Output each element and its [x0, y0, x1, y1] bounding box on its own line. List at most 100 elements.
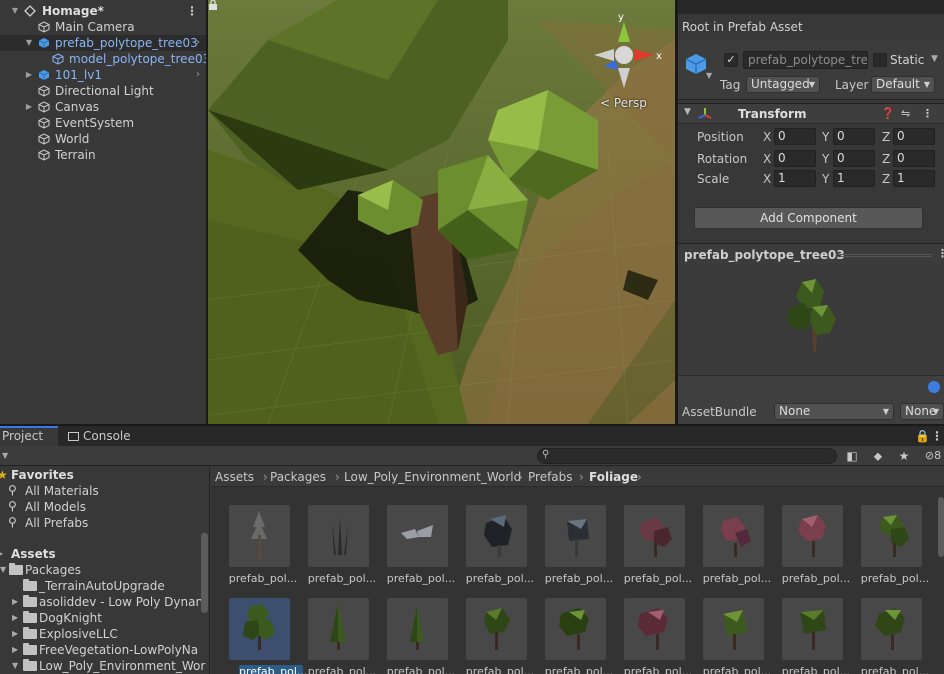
- asset-item[interactable]: prefab_pol...: [776, 505, 850, 585]
- search-input[interactable]: ⚲: [537, 448, 837, 464]
- axis-z-label[interactable]: Z: [882, 172, 890, 186]
- asset-item[interactable]: prefab_pol...: [460, 598, 534, 674]
- fold-arrow-icon[interactable]: ▶: [12, 610, 18, 626]
- asset-item[interactable]: prefab_pol...: [776, 598, 850, 674]
- asset-item-selected[interactable]: prefab_pol...: [223, 598, 307, 674]
- kebab-menu-icon[interactable]: ⋮: [922, 107, 933, 120]
- fold-arrow-icon[interactable]: ▼: [24, 35, 34, 51]
- kebab-menu-icon[interactable]: ⋮: [937, 247, 944, 260]
- breadcrumb-packages[interactable]: Packages: [270, 470, 326, 484]
- tab-project[interactable]: Project: [0, 426, 58, 446]
- axis-z-label[interactable]: Z: [882, 130, 890, 144]
- axis-x-label[interactable]: X: [763, 130, 771, 144]
- breadcrumb-low-poly[interactable]: Low_Poly_Environment_World: [344, 470, 521, 484]
- asset-item[interactable]: prefab_pol...: [381, 598, 455, 674]
- active-checkbox[interactable]: ✓: [724, 53, 738, 67]
- breadcrumb-prefabs[interactable]: Prefabs: [528, 470, 573, 484]
- search-by-type-icon[interactable]: ◧: [845, 449, 859, 463]
- favorite-star-icon[interactable]: ★: [897, 449, 911, 463]
- folder-dogknight[interactable]: ▶ DogKnight: [0, 610, 209, 626]
- rotation-y-field[interactable]: 0: [833, 150, 875, 167]
- add-component-button[interactable]: Add Component: [694, 207, 923, 229]
- hierarchy-item-directional-light[interactable]: Directional Light: [0, 83, 206, 99]
- help-icon[interactable]: ❓: [881, 107, 895, 120]
- icon-dropdown-arrow[interactable]: ▼: [706, 71, 712, 80]
- rotation-x-field[interactable]: 0: [774, 150, 816, 167]
- lock-icon[interactable]: [208, 0, 218, 10]
- fold-arrow-icon[interactable]: ▼: [0, 562, 6, 578]
- asset-item[interactable]: prefab_pol...: [697, 505, 771, 585]
- axis-z-label[interactable]: Z: [882, 152, 890, 166]
- create-dropdown-arrow[interactable]: ▼: [2, 451, 8, 460]
- drag-handle[interactable]: [836, 254, 932, 257]
- fold-arrow-icon[interactable]: ▶: [24, 67, 34, 83]
- position-x-field[interactable]: 0: [774, 128, 816, 145]
- layer-dropdown[interactable]: Default ▼: [871, 76, 935, 93]
- fold-arrow-icon[interactable]: ▶: [12, 594, 18, 610]
- asset-item[interactable]: prefab_pol...: [539, 598, 613, 674]
- tag-dropdown[interactable]: Untagged ▼: [746, 76, 820, 93]
- hierarchy-item-terrain[interactable]: Terrain: [0, 147, 206, 163]
- hierarchy-scene-row[interactable]: ▼ Homage* ⋮: [0, 3, 206, 19]
- tab-console[interactable]: Console: [66, 426, 133, 446]
- asset-item[interactable]: prefab_pol...: [302, 505, 376, 585]
- axis-y-label[interactable]: Y: [822, 172, 829, 186]
- breadcrumb-assets[interactable]: Assets: [215, 470, 254, 484]
- fold-arrow-icon[interactable]: ▶: [12, 626, 18, 642]
- chevron-right-icon[interactable]: ›: [196, 67, 200, 83]
- folder-tree-scrollbar[interactable]: [201, 533, 208, 613]
- position-y-field[interactable]: 0: [833, 128, 875, 145]
- fold-arrow-icon[interactable]: ▼: [12, 658, 18, 674]
- folder-freevegetation[interactable]: ▶ FreeVegetation-LowPolyNa: [0, 642, 209, 658]
- hierarchy-item-canvas[interactable]: ▶ Canvas: [0, 99, 206, 115]
- hierarchy-item-model-tree[interactable]: model_polytope_tree03: [0, 51, 206, 67]
- favorite-all-materials[interactable]: ⚲ All Materials: [0, 483, 209, 499]
- asset-item[interactable]: prefab_pol...: [855, 598, 929, 674]
- axis-y-label[interactable]: Y: [822, 152, 829, 166]
- scale-z-field[interactable]: 1: [893, 170, 935, 187]
- hierarchy-item-main-camera[interactable]: Main Camera: [0, 19, 206, 35]
- favorite-all-prefabs[interactable]: ⚲ All Prefabs: [0, 515, 209, 531]
- static-dropdown-arrow[interactable]: ▼: [931, 54, 938, 64]
- fold-arrow-icon[interactable]: ▶: [12, 642, 18, 658]
- preview-header[interactable]: prefab_polytope_tree03 ⋮: [678, 243, 944, 265]
- fold-arrow-icon[interactable]: ▶: [0, 546, 3, 562]
- hidden-packages-icon[interactable]: ⊘8: [922, 449, 944, 463]
- rotation-z-field[interactable]: 0: [893, 150, 935, 167]
- asset-item[interactable]: prefab_pol...: [618, 598, 692, 674]
- hierarchy-item-101-lv1[interactable]: ▶ 101_lv1 ›: [0, 67, 206, 83]
- kebab-menu-icon[interactable]: ⋮: [930, 429, 944, 443]
- asset-grid-scrollbar[interactable]: [938, 497, 944, 557]
- scale-x-field[interactable]: 1: [774, 170, 816, 187]
- search-by-label-icon[interactable]: ⬥: [871, 449, 885, 463]
- fold-arrow-icon[interactable]: ▶: [24, 99, 34, 115]
- axis-y-label[interactable]: Y: [822, 130, 829, 144]
- kebab-menu-icon[interactable]: ⋮: [186, 3, 198, 19]
- hierarchy-item-prefab-tree[interactable]: ▼ prefab_polytope_tree03 ›: [0, 35, 206, 51]
- favorite-all-models[interactable]: ⚲ All Models: [0, 499, 209, 515]
- fold-arrow-icon[interactable]: ▼: [10, 3, 20, 19]
- asset-item[interactable]: prefab_pol...: [460, 505, 534, 585]
- hierarchy-item-world[interactable]: World: [0, 131, 206, 147]
- assets-header[interactable]: ▶ Assets: [0, 546, 209, 562]
- asset-bundle-dropdown[interactable]: None ▼: [774, 403, 894, 420]
- asset-item[interactable]: prefab_pol...: [539, 505, 613, 585]
- favorites-header[interactable]: ★ Favorites: [0, 467, 209, 483]
- object-name-field[interactable]: prefab_polytope_tre: [743, 51, 868, 69]
- scene-render[interactable]: y x: [208, 0, 675, 424]
- static-checkbox[interactable]: [873, 53, 887, 67]
- scene-view[interactable]: y x < Persp: [208, 0, 675, 424]
- hierarchy-item-eventsystem[interactable]: EventSystem: [0, 115, 206, 131]
- folder-low-poly-environment[interactable]: ▼ Low_Poly_Environment_Wor: [0, 658, 209, 674]
- axis-x-label[interactable]: X: [763, 152, 771, 166]
- asset-item[interactable]: prefab_pol...: [381, 505, 455, 585]
- asset-bundle-variant-dropdown[interactable]: None ▼: [900, 403, 944, 420]
- asset-item[interactable]: prefab_pol...: [302, 598, 376, 674]
- chevron-right-icon[interactable]: ›: [196, 35, 200, 51]
- asset-item[interactable]: prefab_pol...: [697, 598, 771, 674]
- preset-icon[interactable]: ⇋: [901, 107, 910, 120]
- folder-packages[interactable]: ▼ Packages: [0, 562, 209, 578]
- axis-x-label[interactable]: X: [763, 172, 771, 186]
- scale-y-field[interactable]: 1: [833, 170, 875, 187]
- asset-item[interactable]: prefab_pol...: [618, 505, 692, 585]
